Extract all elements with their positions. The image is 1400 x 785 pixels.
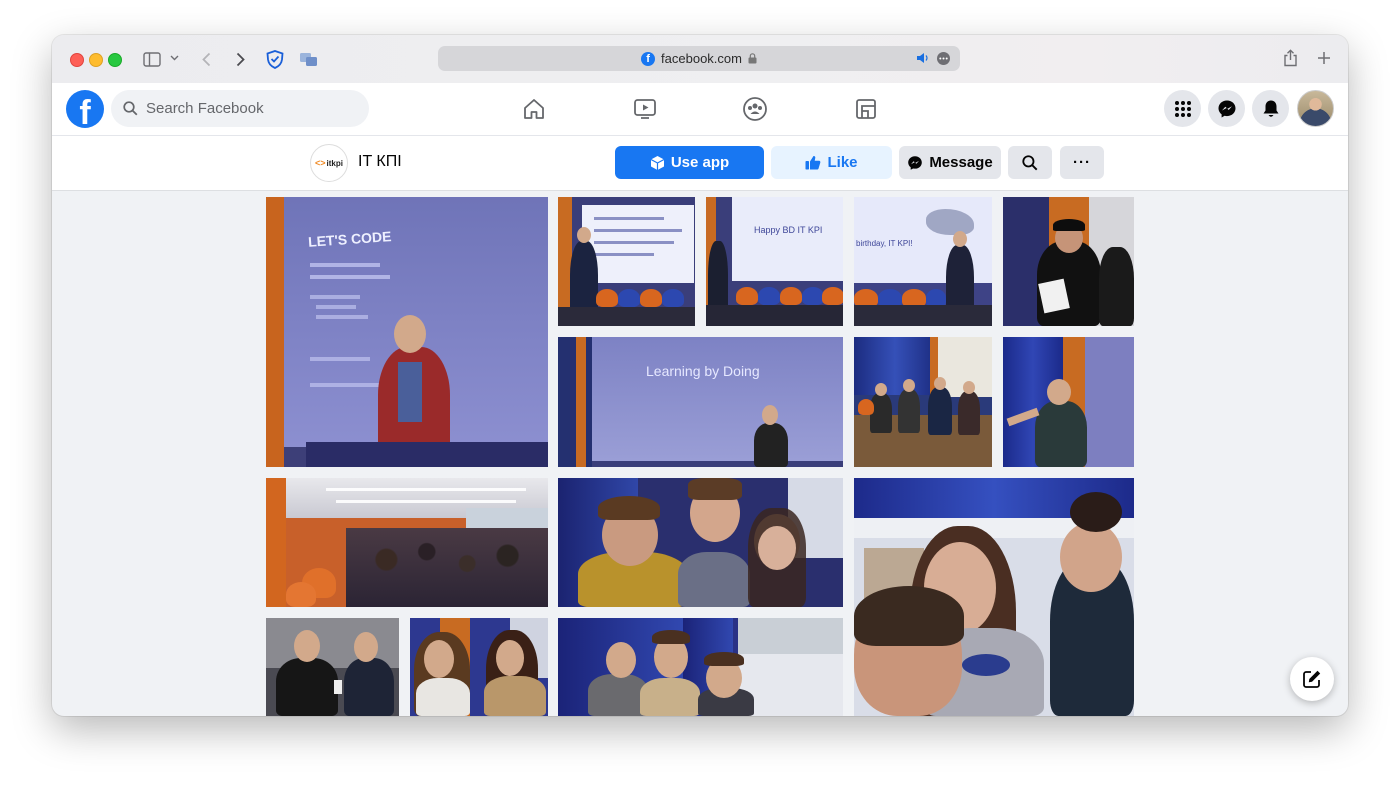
share-icon[interactable] [1281,48,1299,68]
minimize-window-button[interactable] [89,53,103,67]
more-options-icon[interactable] [937,52,950,65]
slide-birthday-text: birthday, IT KPI! [856,239,913,248]
itkpi-logo-icon: <> [315,158,326,168]
shield-icon[interactable] [265,49,285,69]
more-label: ··· [1073,154,1091,171]
groups-icon [743,97,767,121]
menu-button[interactable] [1164,90,1201,127]
page-avatar-text: itkpi [326,158,343,168]
photo-panel-discussion[interactable] [854,337,992,467]
search-input[interactable] [144,99,348,118]
address-url: facebook.com [661,51,742,66]
facebook-top-nav: f [52,83,1348,136]
bell-icon [1263,100,1278,117]
notifications-button[interactable] [1252,90,1289,127]
box-icon [650,155,665,171]
like-label: Like [827,154,858,171]
message-label: Message [929,154,993,171]
home-tab[interactable] [520,95,548,123]
compose-message-button[interactable] [1290,657,1334,701]
lock-icon [748,53,757,64]
photo-birthday[interactable]: birthday, IT KPI! [854,197,992,326]
photo-attentive-students[interactable] [558,478,843,607]
message-button[interactable]: Message [899,146,1001,179]
sidebar-toggle-icon[interactable] [142,50,162,68]
messenger-icon [1218,100,1235,117]
close-window-button[interactable] [70,53,84,67]
video-icon [634,99,656,119]
forward-icon[interactable] [232,49,248,69]
search-icon [1022,154,1038,170]
thumbs-up-icon [805,155,821,170]
photo-two-men[interactable] [266,618,399,716]
photo-presentation-1[interactable] [558,197,695,326]
gaming-tab[interactable] [852,95,880,123]
like-button[interactable]: Like [771,146,892,179]
photo-grid: LET'S CODE Happy BD IT KPI birthday, IT … [52,190,1348,716]
address-bar[interactable]: f facebook.com [438,46,960,71]
messenger-icon [907,155,923,171]
home-icon [524,99,544,119]
gaming-icon [856,99,876,119]
slide-learning-text: Learning by Doing [646,363,760,379]
chevron-down-icon[interactable] [168,52,180,64]
photo-speaker-gesturing[interactable] [1003,337,1134,467]
page-header-bar: <> itkpi IT КПІ Use app Like Message ··· [52,136,1348,191]
search-icon [123,101,138,116]
speaker-icon[interactable] [916,52,930,64]
zoom-window-button[interactable] [108,53,122,67]
slide-happy-bd-text: Happy BD IT KPI [754,225,823,235]
use-app-button[interactable]: Use app [615,146,764,179]
use-app-label: Use app [670,154,730,171]
account-avatar[interactable] [1297,90,1334,127]
tab-overview-icon[interactable] [299,50,319,68]
more-button[interactable]: ··· [1060,146,1104,179]
search-facebook-box[interactable] [111,90,369,127]
browser-window: f facebook.com f Search Facebook <> itkp… [52,35,1348,716]
photo-man-cap[interactable] [1003,197,1134,326]
new-tab-icon[interactable] [1315,49,1333,67]
safari-toolbar: f facebook.com [52,35,1348,84]
page-title[interactable]: IT КПІ [358,153,402,171]
page-avatar[interactable]: <> itkpi [310,144,348,182]
photo-learning-by-doing[interactable]: Learning by Doing [558,337,843,467]
groups-tab[interactable] [741,95,769,123]
grid-menu-icon [1174,100,1191,117]
photo-lets-code[interactable]: LET'S CODE [266,197,548,467]
compose-icon [1303,670,1321,688]
photo-student-nasa[interactable] [854,478,1134,716]
watch-tab[interactable] [631,95,659,123]
back-icon[interactable] [198,49,214,69]
photo-auditorium[interactable] [266,478,548,607]
facebook-logo-icon[interactable]: f [66,90,104,128]
page-search-button[interactable] [1008,146,1052,179]
photo-students-seated[interactable] [558,618,843,716]
messenger-button[interactable] [1208,90,1245,127]
photo-happy-bd[interactable]: Happy BD IT KPI [706,197,843,326]
facebook-favicon-icon: f [641,51,656,66]
photo-two-women[interactable] [410,618,548,716]
